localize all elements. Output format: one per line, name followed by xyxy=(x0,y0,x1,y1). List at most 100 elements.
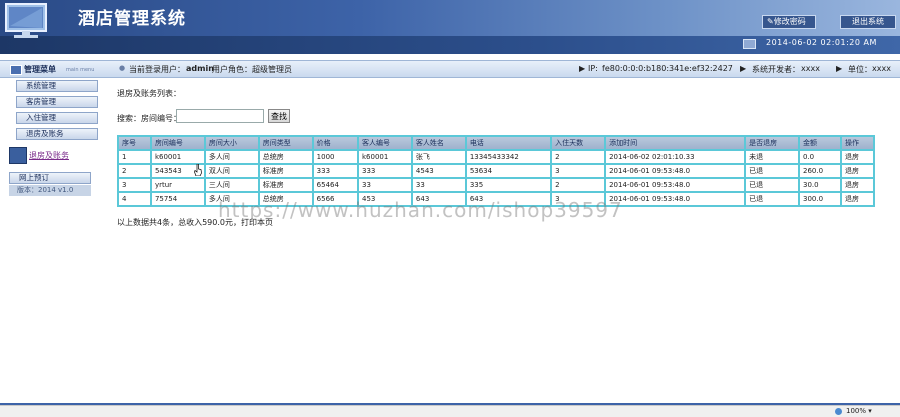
info-bar: 管理菜单 main menu ● 当前登录用户： admin 用户角色： 超级管… xyxy=(0,60,900,78)
table-cell: 75754 xyxy=(149,191,206,207)
sidebar-item-rooms[interactable]: 客房管理 xyxy=(16,96,98,108)
edit-icon: ✎ xyxy=(767,17,774,26)
table-cell: 张飞 xyxy=(410,149,467,165)
zoom-level[interactable]: 100% ▾ xyxy=(846,407,872,415)
table-cell: 标准房 xyxy=(257,177,314,193)
table-cell: 2014-06-01 09:53:48.0 xyxy=(604,191,747,207)
table-cell: 已退 xyxy=(744,163,800,179)
table-cell: 双人间 xyxy=(203,163,260,179)
page-title: 退房及账务列表： xyxy=(117,89,181,98)
col-header: 电话 xyxy=(464,135,553,151)
table-cell: 2014-06-02 02:01:10.33 xyxy=(604,149,747,165)
current-user-label: 当前登录用户： xyxy=(129,65,185,74)
table-cell: yrtur xyxy=(149,177,206,193)
table-cell: 33 xyxy=(410,177,467,193)
change-password-button[interactable]: ✎修改密码 xyxy=(762,15,816,29)
unit-label: 单位： xyxy=(848,65,872,74)
table-cell: k60001 xyxy=(357,149,413,165)
table-cell: 1000 xyxy=(311,149,360,165)
role-label: 用户角色： xyxy=(212,65,252,74)
table-cell: 333 xyxy=(311,163,360,179)
sidebar-item-checkout[interactable]: 退房及账务 xyxy=(16,128,98,140)
checkout-icon xyxy=(9,147,27,164)
col-header: 客人姓名 xyxy=(410,135,467,151)
col-header: 客人编号 xyxy=(357,135,413,151)
datetime: 2014-06-02 02:01:20 AM xyxy=(766,38,877,47)
table-cell: 33 xyxy=(357,177,413,193)
col-header: 金额 xyxy=(797,135,842,151)
table-cell: 已退 xyxy=(744,177,800,193)
col-header: 价格 xyxy=(311,135,360,151)
table-header-row: 序号 房间编号 房间大小 房间类型 价格 客人编号 客人姓名 电话 入住天数 添… xyxy=(117,135,876,151)
table-row: 2 543543 双人间 标准房 333 333 4543 53634 3 2014-06-01 … xyxy=(117,163,876,179)
table-cell: 已退 xyxy=(744,191,800,207)
table-cell: 53634 xyxy=(464,163,553,179)
developer-label: 系统开发者： xyxy=(752,65,800,74)
menu-icon xyxy=(10,65,22,75)
col-header: 入住天数 xyxy=(550,135,607,151)
sidebar-active-item[interactable]: 退房及账务 xyxy=(9,146,93,164)
header-band xyxy=(0,36,900,54)
table-cell: 333 xyxy=(357,163,413,179)
table-cell: 2 xyxy=(550,149,607,165)
table-cell: 多人间 xyxy=(203,149,260,165)
sidebar-item-checkin[interactable]: 入住管理 xyxy=(16,112,98,124)
col-header: 房间编号 xyxy=(149,135,206,151)
col-header: 添加时间 xyxy=(604,135,747,151)
ip-address: fe80:0:0:0:b180:341e:ef32:2427 xyxy=(602,64,733,73)
app-title: 酒店管理系统 xyxy=(78,9,186,29)
unit: xxxx xyxy=(872,64,891,73)
bullet-icon: ● xyxy=(119,64,126,72)
sidebar: 系统管理 客房管理 入住管理 退房及账务 xyxy=(7,80,98,144)
room-number-search-input[interactable] xyxy=(176,109,264,123)
table-cell: 2014-06-01 09:53:48.0 xyxy=(604,163,747,179)
table-cell: 2014-06-01 09:53:48.0 xyxy=(604,177,747,193)
table-cell: 13345433342 xyxy=(464,149,553,165)
sidebar-item-system[interactable]: 系统管理 xyxy=(16,80,98,92)
version-label: 版本：2014 v1.0 xyxy=(9,185,91,196)
col-header: 房间类型 xyxy=(257,135,314,151)
table-cell: 1 xyxy=(117,149,152,165)
table-cell: 0.0 xyxy=(797,149,842,165)
table-cell: 三人间 xyxy=(203,177,260,193)
table-cell: 标准房 xyxy=(257,163,314,179)
table-row: 1 k60001 多人间 总统房 1000 k60001 张飞 13345433342 2 201… xyxy=(117,149,876,165)
col-header: 房间大小 xyxy=(203,135,260,151)
main-content: 退房及账务列表： 搜索：房间编号： 查找 序号 房间编号 房间大小 房间类型 价… xyxy=(96,78,892,396)
ip-label: IP: xyxy=(588,64,598,73)
checkout-link[interactable]: 退房 xyxy=(839,191,876,207)
table-cell: 3 xyxy=(550,163,607,179)
table-cell: 总统房 xyxy=(257,149,314,165)
table-cell: 4 xyxy=(117,191,152,207)
table-cell: 未退 xyxy=(744,149,800,165)
arrow-right-icon: ▶ xyxy=(836,64,843,73)
monitor-icon xyxy=(743,39,756,49)
menu-title-en: main menu xyxy=(66,67,95,73)
col-header: 是否退房 xyxy=(744,135,800,151)
hand-cursor-icon xyxy=(194,164,202,176)
status-bar xyxy=(0,405,900,417)
checkout-link[interactable]: 退房 xyxy=(839,149,876,165)
table-cell: 4543 xyxy=(410,163,467,179)
search-label: 搜索：房间编号： xyxy=(117,114,181,123)
arrow-right-icon: ▶ xyxy=(740,64,747,73)
role: 超级管理员 xyxy=(252,65,292,74)
table-cell: k60001 xyxy=(149,149,206,165)
col-header: 操作 xyxy=(839,135,876,151)
monitor-logo-icon xyxy=(5,3,47,38)
table-cell: 300.0 xyxy=(797,191,842,207)
table-cell: 3 xyxy=(117,177,152,193)
checkout-link[interactable]: 退房 xyxy=(839,177,876,193)
col-header: 序号 xyxy=(117,135,152,151)
watermark: https://www.huzhan.com/ishop39597 xyxy=(218,198,623,222)
globe-icon xyxy=(835,408,842,415)
table-cell: 335 xyxy=(464,177,553,193)
arrow-right-icon: ▶ xyxy=(579,64,586,73)
table-cell: 2 xyxy=(117,163,152,179)
search-button[interactable]: 查找 xyxy=(268,109,290,123)
checkout-link[interactable]: 退房 xyxy=(839,163,876,179)
sidebar-active-label: 退房及账务 xyxy=(29,151,69,160)
logout-button[interactable]: 退出系统 xyxy=(840,15,896,29)
table-row: 3 yrtur 三人间 标准房 65464 33 33 335 2 2014-06-01 09:5… xyxy=(117,177,876,193)
sidebar-item-online-order[interactable]: 网上预订 xyxy=(9,172,91,184)
